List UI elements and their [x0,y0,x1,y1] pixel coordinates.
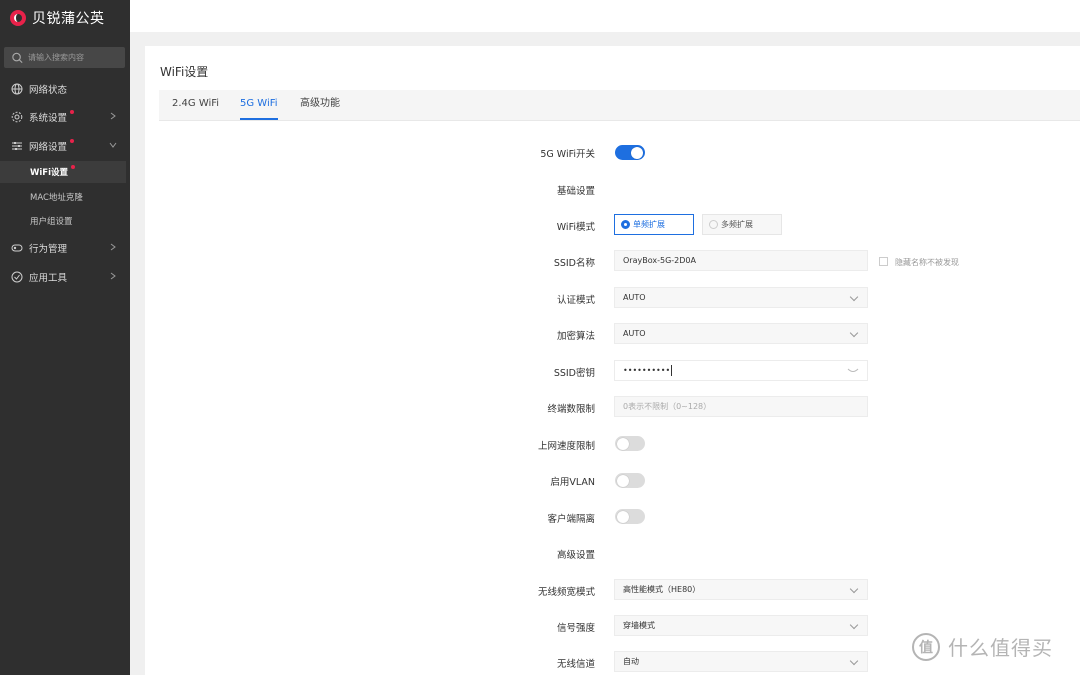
notification-dot [70,139,75,143]
sidebar-subitem-mac-clone[interactable]: MAC地址克隆 [0,186,126,208]
sidebar-item-system-settings[interactable]: 系统设置 [0,105,130,129]
toggle-knob [617,474,629,487]
sidebar: 贝锐蒲公英 网络状态 系统设置 网络设置 WiFi设置 MAC地址克隆 用户组设… [0,0,130,675]
channel-value: 自动 [623,657,639,666]
sidebar-item-label: 网络状态 [29,85,68,96]
control-icon [11,244,23,252]
terminal-placeholder: 0表示不限制（0~128） [623,402,712,411]
radio-selected-icon [621,220,630,229]
brand-logo-icon [10,10,26,26]
signal-select[interactable]: 穿墙模式 [614,615,868,636]
wifi-switch-toggle[interactable] [615,145,645,160]
sidebar-item-label: 应用工具 [29,273,68,284]
content-card: WiFi设置 2.4G WiFi 5G WiFi 高级功能 5G WiFi开关 … [145,46,1080,675]
vlan-toggle[interactable] [615,473,645,488]
sidebar-item-label: 行为管理 [29,244,68,255]
brand[interactable]: 贝锐蒲公英 [10,8,105,28]
password-value: •••••••••• [623,366,671,375]
search-box[interactable] [4,47,125,68]
radio-unselected-icon [709,220,718,229]
basic-section-heading: 基础设置 [556,186,595,197]
tab-bar: 2.4G WiFi 5G WiFi 高级功能 [159,90,1080,121]
encrypt-label: 加密算法 [556,331,595,342]
chevron-down-icon [109,142,117,148]
globe-icon [11,83,23,95]
sliders-icon [12,142,22,150]
channel-label: 无线信道 [556,659,595,670]
mode-option-multi[interactable]: 多频扩展 [702,214,782,235]
tab-advanced[interactable]: 高级功能 [300,90,340,120]
bandwidth-label: 无线频宽模式 [537,587,595,598]
sidebar-subitem-wifi-settings[interactable]: WiFi设置 [0,161,126,183]
bandwidth-value: 高性能模式（HE80） [623,585,701,594]
password-input[interactable]: •••••••••• [614,360,868,381]
sidebar-item-label: 网络设置 [29,142,68,153]
password-label: SSID密钥 [553,368,595,379]
sidebar-item-label: 系统设置 [29,113,68,124]
hide-ssid-label: 隐藏名称不被发现 [895,258,959,267]
auth-value: AUTO [623,293,646,302]
watermark-text: 什么值得买 [948,636,1053,660]
shield-icon [11,271,23,283]
auth-label: 认证模式 [556,295,595,306]
toggle-knob [617,437,629,450]
toggle-knob [631,146,643,159]
watermark-logo-icon: 值 [912,632,940,661]
sidebar-subitem-label: WiFi设置 [30,168,69,178]
speed-limit-toggle[interactable] [615,436,645,451]
chevron-right-icon [110,272,116,280]
eye-hidden-icon[interactable] [847,367,859,375]
mode-label: WiFi模式 [556,222,595,233]
tab-2g-wifi[interactable]: 2.4G WiFi [172,90,219,120]
sidebar-item-app-tools[interactable]: 应用工具 [0,265,130,289]
notification-dot [71,165,76,169]
sidebar-item-network-settings[interactable]: 网络设置 [0,134,130,158]
chevron-right-icon [110,243,116,251]
channel-select[interactable]: 自动 [614,651,868,672]
advanced-section-heading: 高级设置 [556,550,595,561]
encrypt-value: AUTO [623,329,646,338]
text-cursor [671,365,673,376]
bandwidth-select[interactable]: 高性能模式（HE80） [614,579,868,600]
signal-value: 穿墙模式 [623,621,655,630]
ssid-value: OrayBox-5G-2D0A [623,256,696,265]
auth-select[interactable]: AUTO [614,287,868,308]
signal-label: 信号强度 [556,623,595,634]
sidebar-subitem-label: MAC地址克隆 [30,193,83,203]
mode-option-single[interactable]: 单频扩展 [614,214,694,235]
top-bar [130,0,1080,32]
vlan-label: 启用VLAN [550,477,595,488]
sidebar-subitem-user-group[interactable]: 用户组设置 [0,210,126,232]
mode-option-label: 多频扩展 [721,220,753,229]
brand-name: 贝锐蒲公英 [32,11,105,27]
ssid-label: SSID名称 [553,258,595,269]
sidebar-item-behavior-management[interactable]: 行为管理 [0,236,130,260]
chevron-right-icon [110,112,116,120]
terminal-input[interactable]: 0表示不限制（0~128） [614,396,868,417]
encrypt-select[interactable]: AUTO [614,323,868,344]
isolation-toggle[interactable] [615,509,645,524]
toggle-knob [617,510,629,523]
notification-dot [70,110,75,114]
wifi-switch-label: 5G WiFi开关 [540,149,595,160]
tab-5g-wifi[interactable]: 5G WiFi [240,90,278,120]
gear-icon [11,111,23,123]
isolation-label: 客户端隔离 [547,514,595,525]
sidebar-item-network-status[interactable]: 网络状态 [0,77,130,101]
hide-ssid-checkbox[interactable] [879,257,888,266]
ssid-input[interactable]: OrayBox-5G-2D0A [614,250,868,271]
terminal-label: 终端数限制 [547,404,595,415]
page-title: WiFi设置 [160,65,209,79]
mode-option-label: 单频扩展 [633,220,665,229]
sidebar-subitem-label: 用户组设置 [30,217,73,227]
watermark: 值 什么值得买 [912,632,1053,661]
search-input[interactable] [26,52,125,63]
search-icon [12,52,23,63]
speed-limit-label: 上网速度限制 [537,441,595,452]
